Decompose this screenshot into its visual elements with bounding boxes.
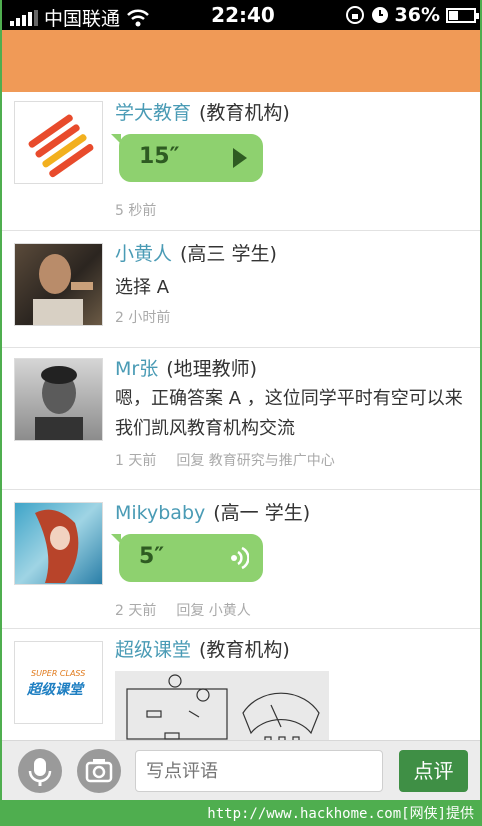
credit-text: http://www.hackhome.com[网侠]提供 xyxy=(207,806,474,822)
camera-icon xyxy=(85,759,113,783)
footer-bar: http://www.hackhome.com[网侠]提供 xyxy=(2,800,480,824)
battery-percent: 36% xyxy=(394,4,440,26)
user-photo-icon xyxy=(35,366,83,440)
list-item[interactable]: Mikybaby (高一 学生) 5″ 2 天前 回复 小黄人 xyxy=(2,490,480,629)
voice-duration: 15″ xyxy=(139,144,180,169)
avatar[interactable]: SUPER CLASS 超级课堂 xyxy=(14,641,103,724)
timestamp: 1 天前 xyxy=(115,453,157,469)
avatar[interactable] xyxy=(14,101,103,184)
timestamp: 2 天前 xyxy=(115,603,157,619)
user-role: (地理教师) xyxy=(166,358,258,380)
list-item[interactable]: 小黄人 (高三 学生) 选择 A 2 小时前 xyxy=(2,231,480,348)
user-name[interactable]: Mikybaby xyxy=(115,502,205,524)
comment-text: 选择 A xyxy=(115,277,170,298)
attached-image[interactable] xyxy=(115,671,329,740)
microphone-icon xyxy=(28,758,52,786)
reply-link[interactable]: 回复 小黄人 xyxy=(176,603,250,619)
voice-duration: 5″ xyxy=(139,544,165,569)
avatar[interactable] xyxy=(14,243,103,326)
rotation-lock-icon xyxy=(345,6,364,24)
voice-input-button[interactable] xyxy=(18,749,62,793)
user-role: (教育机构) xyxy=(199,102,290,124)
user-name[interactable]: 小黄人 xyxy=(115,243,172,265)
app-frame: 中国联通 22:40 36% 学大教育 (教育机构) 15″ 5 秒前 小黄人 … xyxy=(0,0,482,826)
user-photo-icon xyxy=(33,254,93,325)
list-item[interactable]: Mr张 (地理教师) 嗯，正确答案 A ，这位同学平时有空可以来我们凯风教育机构交… xyxy=(2,348,480,490)
avatar[interactable] xyxy=(14,358,103,441)
play-icon xyxy=(233,148,247,168)
user-role: (教育机构) xyxy=(199,639,290,661)
sound-wave-icon xyxy=(231,546,249,570)
super-class-logo-icon: SUPER CLASS 超级课堂 xyxy=(26,669,85,698)
list-item[interactable]: SUPER CLASS 超级课堂 超级课堂 (教育机构) xyxy=(2,629,480,740)
submit-comment-button[interactable]: 点评 xyxy=(399,750,468,792)
comment-text: 嗯，正确答案 A ，这位同学平时有空可以来我们凯风教育机构交流 xyxy=(115,388,463,439)
logo-text-en: SUPER CLASS xyxy=(31,669,85,678)
user-name[interactable]: 学大教育 xyxy=(115,102,191,124)
timestamp: 5 秒前 xyxy=(115,203,157,219)
comment-input-bar: 点评 xyxy=(2,740,480,800)
user-name[interactable]: 超级课堂 xyxy=(115,639,191,661)
user-photo-icon xyxy=(35,509,79,583)
avatar[interactable] xyxy=(14,502,103,585)
user-role: (高一 学生) xyxy=(213,502,311,524)
list-item[interactable]: 学大教育 (教育机构) 15″ 5 秒前 xyxy=(2,92,480,231)
status-bar: 中国联通 22:40 36% xyxy=(2,0,480,30)
logo-text-cn: 超级课堂 xyxy=(26,681,85,698)
circuit-diagram-icon xyxy=(126,674,320,740)
comment-input[interactable] xyxy=(135,750,383,792)
voice-message-button[interactable]: 15″ xyxy=(111,134,263,182)
alarm-icon xyxy=(371,7,388,23)
battery-icon xyxy=(446,7,479,23)
comment-feed[interactable]: 学大教育 (教育机构) 15″ 5 秒前 小黄人 (高三 学生) 选择 A 2 … xyxy=(2,92,480,740)
xueda-logo-icon xyxy=(28,114,94,178)
timestamp: 2 小时前 xyxy=(115,310,171,326)
header-bar xyxy=(2,30,480,92)
user-name[interactable]: Mr张 xyxy=(115,358,158,380)
user-role: (高三 学生) xyxy=(180,243,277,265)
voice-message-button[interactable]: 5″ xyxy=(111,534,263,582)
reply-link[interactable]: 回复 教育研究与推广中心 xyxy=(176,453,334,469)
photo-button[interactable] xyxy=(77,749,121,793)
